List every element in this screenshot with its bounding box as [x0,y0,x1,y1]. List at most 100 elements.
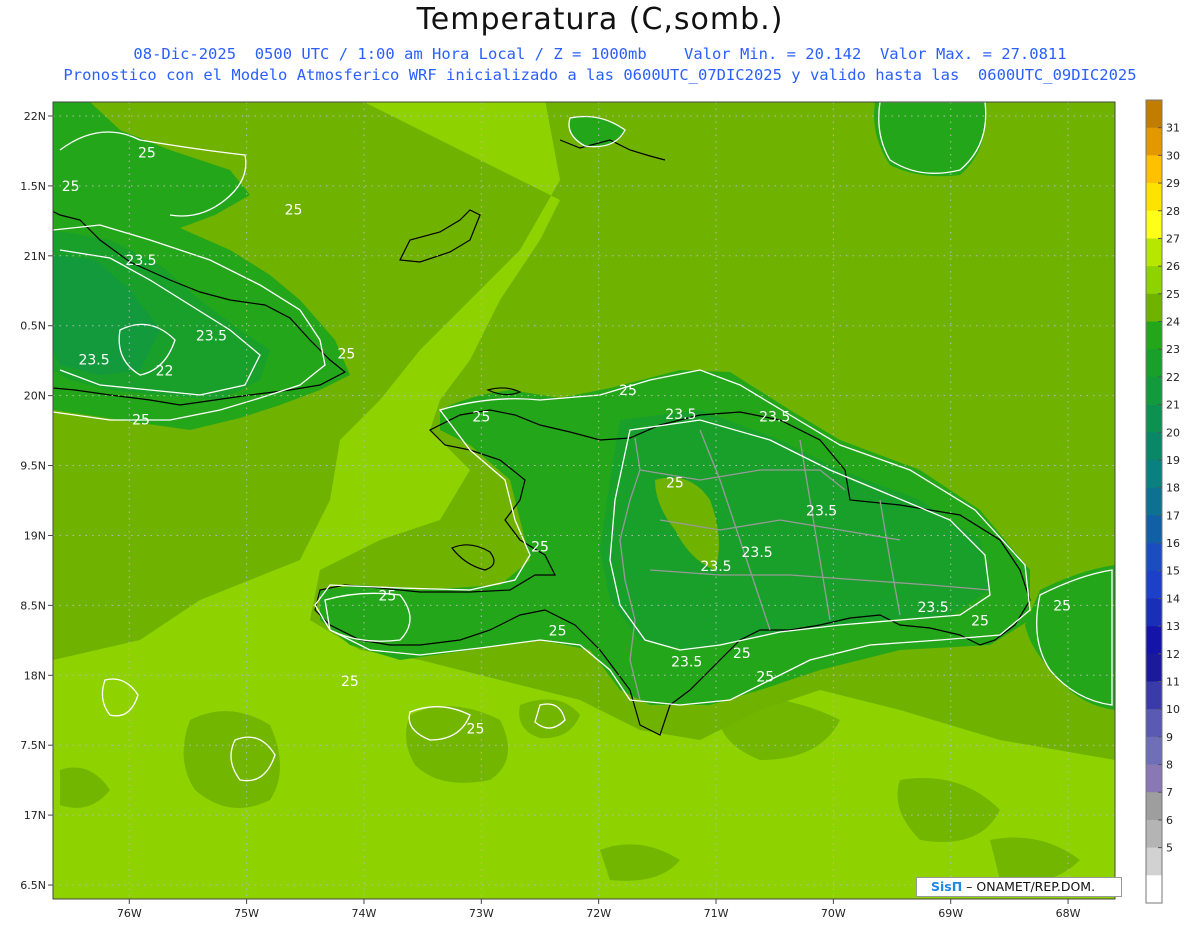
colorbar-swatch [1146,543,1162,572]
contour-label: 23.5 [806,503,837,519]
lon-tick-label: 73W [469,907,494,920]
lat-tick-label: 1.5N [20,180,46,193]
colorbar-label: 10 [1166,703,1180,716]
colorbar-label: 29 [1166,177,1180,190]
colorbar-label: 17 [1166,509,1180,522]
lon-tick-label: 76W [117,907,142,920]
colorbar-swatch [1146,681,1162,710]
colorbar-swatch [1146,515,1162,544]
colorbar-swatch [1146,238,1162,267]
colorbar-swatch [1146,432,1162,461]
lat-tick-label: 0.5N [20,320,46,333]
lat-tick-label: 8.5N [20,599,46,612]
lat-tick-label: 18N [24,669,46,682]
contour-label: 25 [549,624,567,640]
contour-label: 23.5 [671,654,702,670]
colorbar-label: 20 [1166,426,1180,439]
lat-tick-label: 22N [24,110,46,123]
temperature-map: 76W 75W 74W 73W 72W 71W 70W 69W 68W 22N 1.5N 21N 0.5… [20,99,1180,920]
contour-label: 25 [666,475,684,491]
contour-label: 25 [1053,598,1071,614]
colorbar-swatch [1146,404,1162,433]
colorbar-swatch [1146,736,1162,765]
lat-tick-label: 6.5N [20,879,46,892]
contour-label: 23.5 [918,600,949,616]
contour-label: 23.5 [665,407,696,423]
contour-label: 25 [337,347,355,363]
colorbar-label: 19 [1166,454,1180,467]
colorbar-label: 12 [1166,648,1180,661]
contour-label: 23.5 [700,559,731,575]
lat-tick-label: 7.5N [20,739,46,752]
northeast-patch [874,102,986,177]
colorbar-label: 30 [1166,149,1180,162]
contour-label: 25 [467,721,485,737]
lat-tick-label: 20N [24,390,46,403]
lon-tick-label: 70W [821,907,846,920]
contour-label: 25 [341,674,359,690]
contour-label: 25 [619,383,637,399]
colorbar-swatch [1146,321,1162,350]
contour-label: 25 [756,670,774,686]
colorbar-label: 31 [1166,122,1180,135]
colorbar-label: 13 [1166,620,1180,633]
lat-tick-label: 9.5N [20,460,46,473]
lon-tick-label: 75W [234,907,259,920]
contour-label: 23.5 [196,329,227,345]
lon-tick-label: 71W [704,907,729,920]
colorbar-label: 25 [1166,288,1180,301]
colorbar-swatch [1146,293,1162,322]
colorbar-label: 6 [1166,814,1173,827]
colorbar-label: 7 [1166,786,1173,799]
lon-tick-label: 72W [586,907,611,920]
contour-label: 23.5 [742,545,773,561]
colorbar-label: 16 [1166,537,1180,550]
colorbar-swatch [1146,653,1162,682]
credit-box: SisΠ – ONAMET/REP.DOM. [916,877,1122,897]
colorbar-label: 23 [1166,343,1180,356]
lon-tick-label: 68W [1056,907,1081,920]
colorbar-label: 22 [1166,371,1180,384]
colorbar: 31 30 29 28 27 26 25 24 23 22 21 20 19 18 17 16 15 14 13 12… [1145,99,1180,904]
colorbar-swatch [1146,487,1162,516]
temperature-shading [53,102,1115,899]
contour-label: 25 [971,614,989,630]
colorbar-label: 9 [1166,731,1173,744]
lat-tick-label: 17N [24,809,46,822]
colorbar-label: 11 [1166,675,1180,688]
colorbar-label: 28 [1166,205,1180,218]
contour-label: 25 [132,412,150,428]
contour-label: 22 [156,363,174,379]
lat-tick-label: 19N [24,529,46,542]
contour-label: 23.5 [78,352,109,368]
colorbar-swatch [1146,626,1162,655]
colorbar-label: 5 [1166,842,1173,855]
colorbar-label: 18 [1166,482,1180,495]
contour-label: 23.5 [759,410,790,426]
lon-tick-label: 69W [938,907,963,920]
colorbar-swatch [1146,127,1162,156]
contour-label: 25 [379,589,397,605]
colorbar-swatch [1146,266,1162,295]
contour-label: 25 [62,179,80,195]
colorbar-label: 8 [1166,759,1173,772]
colorbar-label: 14 [1166,592,1180,605]
colorbar-swatch [1146,875,1162,904]
contour-label: 25 [733,646,751,662]
lon-tick-label: 74W [352,907,377,920]
colorbar-swatch [1146,764,1162,793]
colorbar-swatch [1146,210,1162,239]
colorbar-swatch [1146,570,1162,599]
contour-label: 25 [138,145,156,161]
colorbar-label: 26 [1166,260,1180,273]
colorbar-swatch [1146,598,1162,627]
colorbar-label: 21 [1166,399,1180,412]
colorbar-swatch [1146,376,1162,405]
credit-brand: SisΠ [931,879,963,894]
colorbar-swatch [1146,819,1162,848]
colorbar-swatch [1146,459,1162,488]
colorbar-swatch [1146,709,1162,738]
colorbar-label: 15 [1166,565,1180,578]
colorbar-label: 27 [1166,232,1180,245]
credit-text: – ONAMET/REP.DOM. [962,879,1096,894]
